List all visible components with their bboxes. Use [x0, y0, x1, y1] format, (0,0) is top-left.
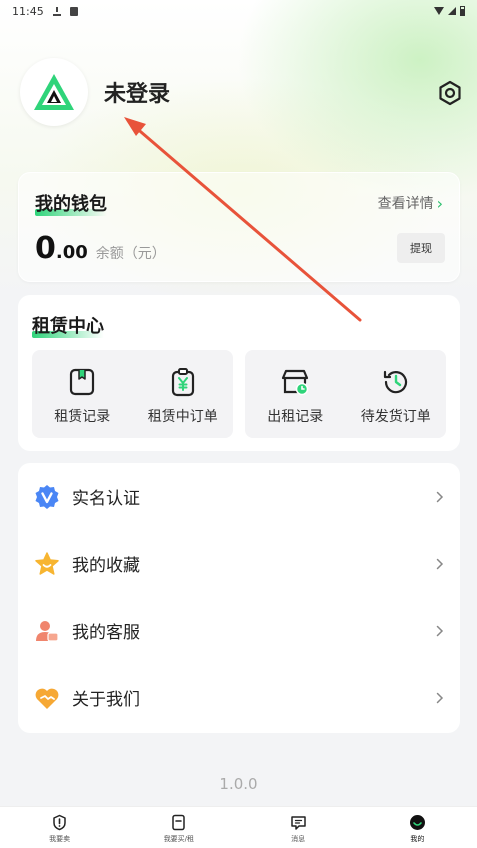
menu-label-about-us: 关于我们	[72, 690, 140, 710]
tab-sell-label: 我要卖	[49, 835, 71, 843]
rental-center-card: 租赁中心 租赁记录 租赁中订单 出租记录 待发货订单	[18, 295, 460, 451]
notification-icon	[69, 6, 78, 16]
profile-icon	[409, 815, 425, 830]
wallet-card: 我的钱包 查看详情 › 0 .00 余额（元） 提现	[18, 172, 460, 282]
renting-orders-button[interactable]: 租赁中订单	[133, 350, 234, 438]
signal-icon	[448, 7, 456, 15]
avatar[interactable]	[20, 58, 88, 126]
rental-records-button[interactable]: 租赁记录	[32, 350, 133, 438]
verified-badge-icon	[35, 484, 59, 509]
lease-out-records-label: 出租记录	[267, 409, 324, 425]
store-clock-icon	[282, 369, 309, 396]
status-time: 11:45	[12, 4, 44, 18]
rental-records-label: 租赁记录	[54, 409, 111, 425]
menu-item-customer-service[interactable]: 我的客服	[18, 597, 460, 664]
tab-buy-rent[interactable]: 我要买/租	[119, 807, 238, 848]
chevron-right-icon	[436, 625, 444, 636]
chevron-right-icon: ›	[436, 193, 443, 213]
rental-group-renter: 租赁记录 租赁中订单	[32, 350, 233, 438]
wallet-detail-link[interactable]: 查看详情 ›	[378, 193, 443, 213]
pending-shipment-orders-button[interactable]: 待发货订单	[346, 350, 447, 438]
tab-buy-rent-label: 我要买/租	[163, 835, 195, 843]
tab-messages-label: 消息	[291, 835, 306, 843]
bottom-tab-bar: 我要卖 我要买/租 消息 我的	[0, 806, 477, 848]
chevron-right-icon	[436, 558, 444, 569]
bookmark-book-icon	[70, 368, 95, 396]
menu-label-real-name-verification: 实名认证	[72, 489, 140, 509]
tab-profile[interactable]: 我的	[358, 807, 477, 848]
balance-integer: 0	[35, 231, 56, 266]
star-icon	[35, 551, 59, 575]
tab-profile-label: 我的	[410, 835, 425, 843]
tab-sell[interactable]: 我要卖	[0, 807, 119, 848]
settings-icon[interactable]	[437, 80, 463, 106]
wallet-detail-label: 查看详情	[377, 196, 434, 212]
balance-decimal: .00	[55, 242, 88, 263]
wallet-title: 我的钱包	[35, 190, 107, 216]
menu-item-real-name-verification[interactable]: 实名认证	[18, 463, 460, 530]
rental-center-title-text: 租赁中心	[32, 316, 104, 337]
pending-shipment-orders-label: 待发货订单	[360, 409, 431, 425]
app-version: 1.0.0	[219, 775, 258, 793]
wifi-icon	[434, 7, 444, 15]
battery-icon	[460, 6, 465, 16]
chevron-right-icon	[436, 491, 444, 502]
customer-service-icon	[36, 620, 59, 642]
rental-group-owner: 出租记录 待发货订单	[245, 350, 446, 438]
clipboard-yen-icon	[171, 368, 194, 397]
handshake-heart-icon	[35, 688, 59, 709]
login-status-name[interactable]: 未登录	[104, 76, 170, 108]
status-bar: 11:45	[0, 0, 477, 22]
rental-center-title: 租赁中心	[32, 312, 104, 338]
sell-icon	[53, 814, 66, 831]
settings-menu: 实名认证 我的收藏 我的客服 关于我们	[18, 463, 460, 733]
app-logo-icon	[34, 74, 74, 110]
menu-item-my-favorites[interactable]: 我的收藏	[18, 530, 460, 597]
history-clock-icon	[383, 370, 407, 394]
withdraw-button[interactable]: 提现	[397, 233, 445, 263]
tab-messages[interactable]: 消息	[239, 807, 358, 848]
buy-icon	[172, 814, 186, 831]
download-icon	[52, 6, 61, 16]
message-icon	[290, 816, 306, 830]
wallet-balance: 0 .00 余额（元）	[35, 231, 166, 266]
chevron-right-icon	[436, 692, 444, 703]
renting-orders-label: 租赁中订单	[147, 409, 218, 425]
lease-out-records-button[interactable]: 出租记录	[245, 350, 346, 438]
menu-item-about-us[interactable]: 关于我们	[18, 664, 460, 731]
menu-label-my-favorites: 我的收藏	[72, 556, 140, 576]
wallet-title-text: 我的钱包	[35, 194, 107, 215]
menu-label-customer-service: 我的客服	[72, 623, 140, 643]
balance-label: 余额（元）	[95, 246, 166, 262]
profile-header[interactable]: 未登录	[20, 58, 170, 126]
